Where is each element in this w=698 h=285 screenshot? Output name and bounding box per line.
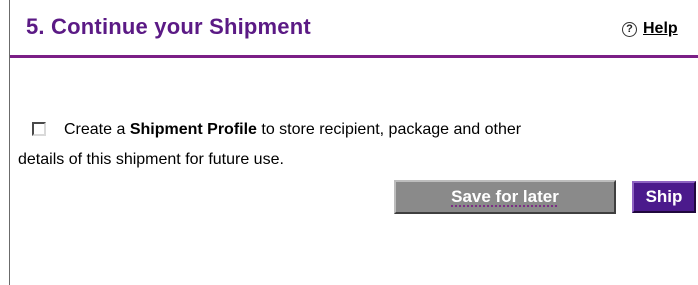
help-link[interactable]: ? Help bbox=[622, 20, 678, 38]
shipment-profile-description-line1: Create a Shipment Profile to store recip… bbox=[64, 121, 521, 139]
profile-text-prefix: Create a bbox=[64, 121, 130, 138]
shipment-profile-term: Shipment Profile bbox=[129, 121, 257, 138]
shipment-profile-checkbox[interactable] bbox=[32, 122, 46, 136]
shipment-profile-description-line2: details of this shipment for future use. bbox=[18, 151, 284, 168]
section-header: 5. Continue your Shipment ? Help bbox=[10, 0, 698, 58]
profile-text-suffix: to store recipient, package and other bbox=[256, 121, 522, 138]
ship-label: Ship bbox=[645, 187, 683, 206]
help-label: Help bbox=[643, 20, 678, 37]
ship-button[interactable]: Ship bbox=[632, 181, 696, 213]
continue-shipment-panel: 5. Continue your Shipment ? Help Create … bbox=[9, 0, 698, 285]
save-for-later-button[interactable]: Save for later bbox=[394, 180, 616, 214]
question-circle-icon: ? bbox=[622, 21, 637, 37]
section-title: 5. Continue your Shipment bbox=[26, 14, 311, 39]
save-for-later-label: Save for later bbox=[451, 187, 559, 206]
